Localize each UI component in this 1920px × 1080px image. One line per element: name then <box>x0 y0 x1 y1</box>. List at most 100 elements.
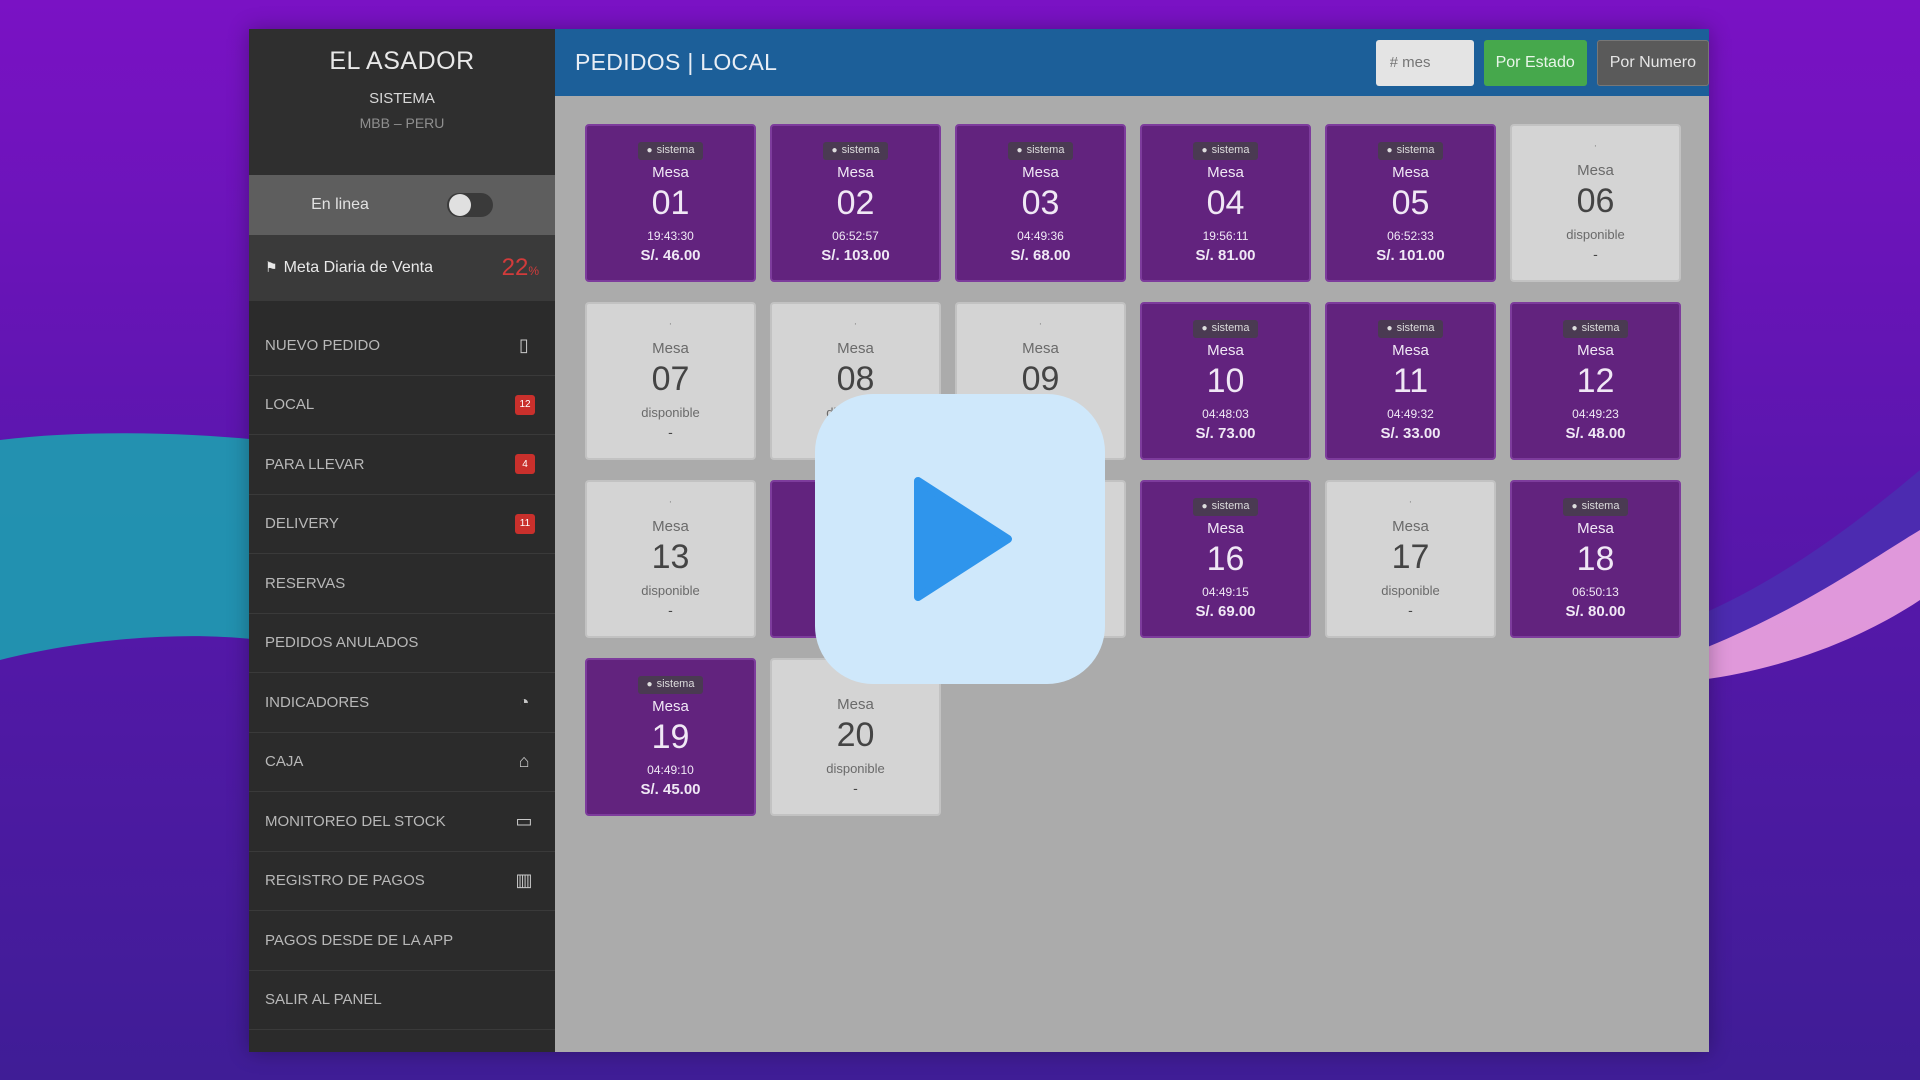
table-card[interactable]: ● sistema Mesa 12 04:49:23 S/. 48.00 <box>1510 302 1681 460</box>
table-label: Mesa <box>837 164 874 181</box>
flag-icon: ⚑ <box>265 259 278 275</box>
table-status: disponible <box>1566 227 1625 242</box>
sort-by-number-button[interactable]: Por Numero <box>1596 39 1709 86</box>
sidebar-item-reservas[interactable]: RESERVAS <box>249 554 555 614</box>
table-number: 07 <box>651 360 690 398</box>
table-elapsed-time: 04:49:10 <box>647 763 694 777</box>
sidebar-item-indicadores[interactable]: INDICADORES ◔ <box>249 673 555 733</box>
table-number: 03 <box>1021 184 1060 222</box>
sidebar-item-local[interactable]: LOCAL 12 <box>249 376 555 435</box>
table-card[interactable]: ● sistema Mesa 16 04:49:15 S/. 69.00 <box>1140 480 1311 638</box>
table-label: Mesa <box>1392 518 1429 535</box>
table-status: disponible <box>1381 583 1440 598</box>
online-label: En linea <box>311 196 369 213</box>
sidebar-item-nuevo-pedido[interactable]: NUEVO PEDIDO ▯ <box>249 316 555 376</box>
user-icon: ● <box>831 145 838 156</box>
table-elapsed-time: 19:56:11 <box>1202 229 1249 243</box>
table-card[interactable]: ● sistema Mesa 19 04:49:10 S/. 45.00 <box>585 658 756 816</box>
table-label: Mesa <box>837 340 874 357</box>
table-total: S/. 33.00 <box>1380 425 1441 442</box>
table-label: Mesa <box>1022 340 1059 357</box>
sidebar-item-label: RESERVAS <box>265 574 346 592</box>
table-number: 09 <box>1021 360 1060 398</box>
video-play-overlay[interactable] <box>815 394 1105 684</box>
table-card[interactable]: · Mesa 13 disponible - <box>585 480 756 638</box>
brand-name: EL ASADOR <box>329 47 475 75</box>
table-total: S/. 80.00 <box>1565 603 1626 620</box>
sidebar: EL ASADOR SISTEMA MBB – PERU En linea ⚑ M… <box>249 29 555 1052</box>
table-number: 05 <box>1391 184 1430 222</box>
sidebar-item-label: MONITOREO DEL STOCK <box>265 812 446 830</box>
table-number: 12 <box>1576 362 1615 400</box>
table-total: S/. 68.00 <box>1010 247 1071 264</box>
sidebar-item-delivery[interactable]: DELIVERY 11 <box>249 495 555 554</box>
table-label: Mesa <box>1577 162 1614 179</box>
sort-by-state-button[interactable]: Por Estado <box>1483 39 1587 86</box>
page-title: PEDIDOS | LOCAL <box>575 49 778 75</box>
table-number: 17 <box>1391 538 1430 576</box>
table-status: disponible <box>641 583 700 598</box>
table-card[interactable]: ● sistema Mesa 05 06:52:33 S/. 101.00 <box>1325 124 1496 282</box>
table-status: disponible <box>826 761 885 776</box>
table-label: Mesa <box>1022 164 1059 181</box>
table-total-empty: - <box>1408 602 1413 618</box>
table-card[interactable]: ● sistema Mesa 02 06:52:57 S/. 103.00 <box>770 124 941 282</box>
table-card[interactable]: · Mesa 07 disponible - <box>585 302 756 460</box>
table-card[interactable]: ● sistema Mesa 18 06:50:13 S/. 80.00 <box>1510 480 1681 638</box>
table-number: 19 <box>651 718 690 756</box>
table-number-input[interactable] <box>1375 39 1474 86</box>
sidebar-item-pagos-desde-de-la-app[interactable]: PAGOS DESDE DE LA APP <box>249 911 555 971</box>
table-number: 11 <box>1392 362 1429 400</box>
sidebar-item-registro-de-pagos[interactable]: REGISTRO DE PAGOS ▥ <box>249 852 555 911</box>
tables-grid: ● sistema Mesa 01 19:43:30 S/. 46.00 ● sistema M… <box>585 124 1681 816</box>
table-card[interactable]: · Mesa 06 disponible - <box>1510 124 1681 282</box>
table-total: S/. 103.00 <box>821 247 890 264</box>
table-card[interactable]: ● sistema Mesa 10 04:48:03 S/. 73.00 <box>1140 302 1311 460</box>
table-elapsed-time: 04:49:36 <box>1017 229 1064 243</box>
sidebar-item-salir-al-panel[interactable]: SALIR AL PANEL <box>249 971 555 1030</box>
table-user-empty: · <box>1408 496 1413 508</box>
count-badge: 4 <box>515 454 535 475</box>
table-total: S/. 101.00 <box>1376 247 1445 264</box>
user-tag: ●sistema <box>1192 498 1259 516</box>
table-total-empty: - <box>1593 246 1598 262</box>
user-tag: ●sistema <box>1007 142 1074 160</box>
user-icon: ● <box>646 679 653 690</box>
table-label: Mesa <box>652 164 689 181</box>
table-total: S/. 46.00 <box>640 247 701 264</box>
table-total-empty: - <box>668 424 673 440</box>
table-card[interactable]: · Mesa 17 disponible - <box>1325 480 1496 638</box>
tablet-icon: ▯ <box>519 334 529 355</box>
table-card[interactable]: ● sistema Mesa 03 04:49:36 S/. 68.00 <box>955 124 1126 282</box>
user-tag: ●sistema <box>1562 498 1629 516</box>
sidebar-item-label: CAJA <box>265 753 304 771</box>
user-icon: ● <box>1201 323 1208 334</box>
table-total-empty: - <box>853 780 858 796</box>
sidebar-item-monitoreo-del-stock[interactable]: MONITOREO DEL STOCK ▭ <box>249 792 555 852</box>
sidebar-item-pedidos-anulados[interactable]: PEDIDOS ANULADOS <box>249 614 555 673</box>
sidebar-item-label: INDICADORES <box>265 693 370 711</box>
building-icon: ▥ <box>515 870 533 891</box>
toolbar: Por Estado Por Numero <box>1375 39 1709 86</box>
user-tag: ●sistema <box>1562 320 1629 338</box>
sidebar-item-caja[interactable]: CAJA ⌂ <box>249 733 555 792</box>
sidebar-item-para-llevar[interactable]: PARA LLEVAR 4 <box>249 435 555 495</box>
monitor-icon: ▭ <box>515 810 533 831</box>
table-elapsed-time: 04:49:15 <box>1202 585 1249 599</box>
sidebar-item-label: REGISTRO DE PAGOS <box>265 872 425 890</box>
table-number: 16 <box>1206 540 1245 578</box>
online-toggle[interactable] <box>446 193 493 217</box>
table-elapsed-time: 04:49:32 <box>1387 407 1434 421</box>
play-icon <box>914 477 1012 601</box>
table-number: 04 <box>1206 184 1245 222</box>
table-card[interactable]: ● sistema Mesa 04 19:56:11 S/. 81.00 <box>1140 124 1311 282</box>
table-number: 06 <box>1576 182 1615 220</box>
table-total-empty: - <box>668 602 673 618</box>
table-card[interactable]: ● sistema Mesa 01 19:43:30 S/. 46.00 <box>585 124 756 282</box>
brand-block: EL ASADOR SISTEMA MBB – PERU <box>249 29 555 175</box>
table-card[interactable]: ● sistema Mesa 11 04:49:32 S/. 33.00 <box>1325 302 1496 460</box>
online-status: En linea <box>249 175 555 235</box>
gauge-icon: ◔ <box>518 691 530 712</box>
brand-location: MBB – PERU <box>359 115 445 131</box>
table-total: S/. 73.00 <box>1195 425 1256 442</box>
